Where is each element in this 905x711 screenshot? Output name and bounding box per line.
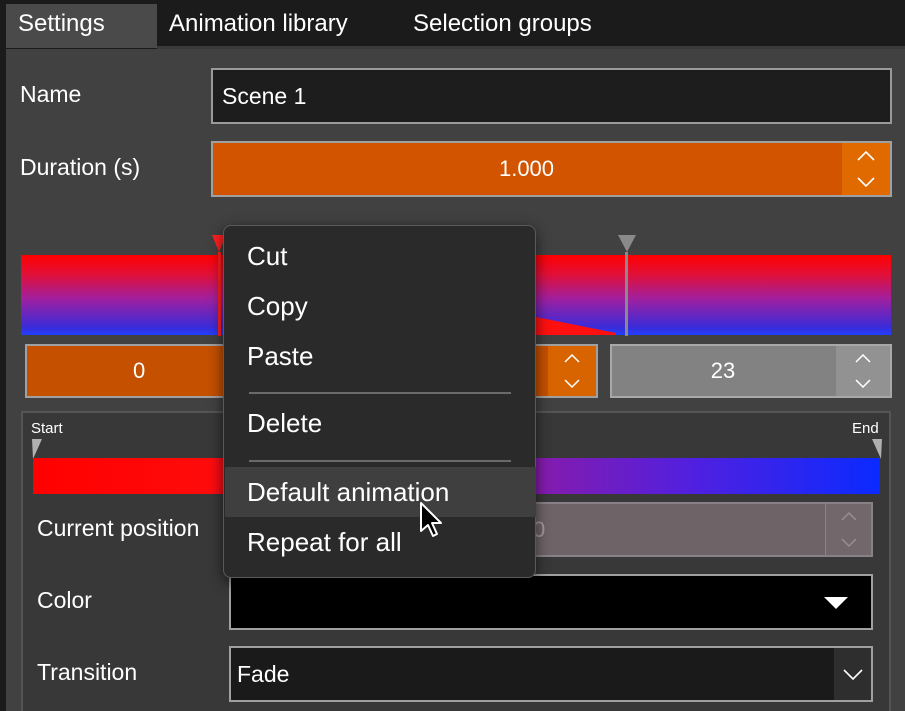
transition-curve xyxy=(536,317,616,335)
name-label: Name xyxy=(20,81,82,107)
mouse-cursor-icon xyxy=(420,502,442,537)
gradient-start-label: Start xyxy=(31,420,63,437)
menu-item-copy[interactable]: Copy xyxy=(225,281,536,331)
name-input[interactable]: Scene 1 xyxy=(211,68,892,124)
menu-item-delete[interactable]: Delete xyxy=(225,398,536,448)
menu-item-repeat-for-all-label: Repeat for all xyxy=(247,526,402,557)
color-picker[interactable] xyxy=(229,574,873,630)
tab-bar: Settings Animation library Selection gro… xyxy=(0,0,905,49)
menu-item-copy-label: Copy xyxy=(247,290,308,321)
menu-separator xyxy=(249,460,511,462)
current-position-label: Current position xyxy=(37,515,200,541)
chevron-up-icon[interactable] xyxy=(564,354,580,363)
menu-item-cut[interactable]: Cut xyxy=(225,231,536,281)
tab-selection-groups-label: Selection groups xyxy=(413,10,592,37)
transition-label: Transition xyxy=(37,659,138,685)
keyframe-left-value: 0 xyxy=(133,358,146,383)
chevron-down-icon[interactable] xyxy=(564,379,580,388)
chevron-up-icon xyxy=(840,512,857,521)
transition-select[interactable]: Fade xyxy=(229,646,873,702)
tab-settings[interactable]: Settings xyxy=(6,4,157,48)
duration-stepper[interactable] xyxy=(842,143,890,195)
menu-item-default-animation[interactable]: Default animation xyxy=(225,467,536,517)
tab-selection-groups[interactable]: Selection groups xyxy=(401,4,641,48)
keyframe-right-value: 23 xyxy=(710,358,736,383)
duration-label: Duration (s) xyxy=(20,154,141,180)
current-position-stepper xyxy=(825,504,871,555)
chevron-up-icon[interactable] xyxy=(855,354,871,363)
keyframe-right-stepper[interactable] xyxy=(836,346,890,396)
duration-input[interactable]: 1.000 xyxy=(211,141,892,197)
menu-separator xyxy=(249,392,511,394)
color-label: Color xyxy=(37,587,92,613)
gradient-start-handle[interactable] xyxy=(32,439,42,459)
playhead-marker[interactable] xyxy=(617,234,637,336)
duration-value: 1.000 xyxy=(498,156,555,181)
gradient-end-handle[interactable] xyxy=(872,439,882,459)
transition-dropdown-button[interactable] xyxy=(834,648,871,700)
tab-animation-library-label: Animation library xyxy=(169,10,348,37)
menu-item-repeat-for-all[interactable]: Repeat for all xyxy=(225,517,536,567)
chevron-down-icon xyxy=(842,668,863,680)
chevron-down-icon[interactable] xyxy=(857,177,875,187)
context-menu: Cut Copy Paste Delete Default animation … xyxy=(223,225,536,578)
keyframe-left-stepper[interactable] xyxy=(548,346,596,396)
chevron-down-icon xyxy=(840,538,857,547)
transition-value: Fade xyxy=(237,660,290,687)
menu-item-delete-label: Delete xyxy=(247,407,323,438)
tab-animation-library[interactable]: Animation library xyxy=(157,4,387,48)
chevron-up-icon[interactable] xyxy=(857,151,875,161)
menu-item-paste[interactable]: Paste xyxy=(225,331,536,381)
dropdown-arrow-icon[interactable] xyxy=(823,596,849,610)
gradient-end-label: End xyxy=(852,420,879,437)
menu-item-cut-label: Cut xyxy=(247,240,288,271)
menu-item-paste-label: Paste xyxy=(247,340,314,371)
tab-settings-label: Settings xyxy=(18,10,105,37)
chevron-down-icon[interactable] xyxy=(855,379,871,388)
